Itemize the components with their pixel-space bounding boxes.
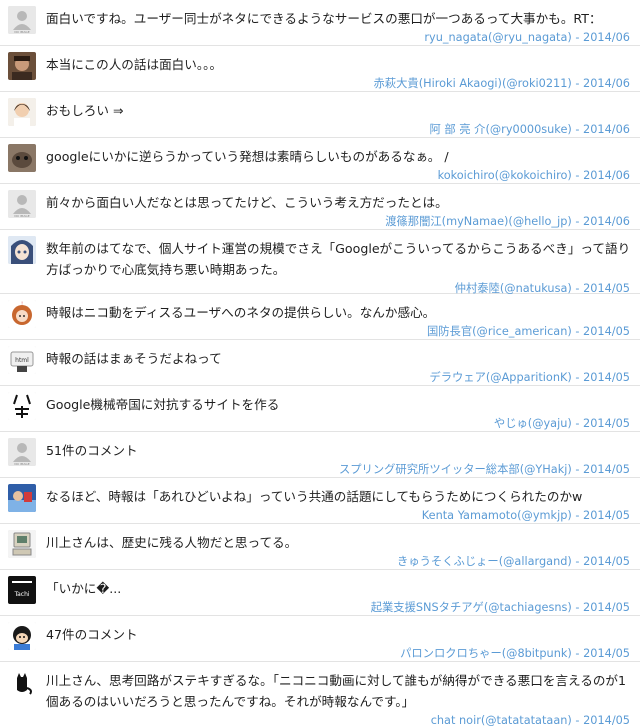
comment-item: ! 時報はニコ動をディスるユーザへのネタの提供らしい。なんか感心。 国防長官(@… [0,294,640,340]
comment-item: html 時報の話はまぁそうだよねって デラウェア(@ApparitionK) … [0,340,640,386]
comment-item: Tachi 「いかに�... 起業支援SNSタチアゲ(@tachiagesns)… [0,570,640,616]
comment-item: おもしろい ⇒ 阿 部 亮 介(@ry0000suke) - 2014/06 [0,92,640,138]
comment-text: Google機械帝国に対抗するサイトを作る [46,397,280,412]
animal-photo-avatar-icon[interactable] [8,144,36,172]
anime-avatar-icon[interactable] [8,236,36,264]
comment-item: NO IMAGE 51件のコメント スプリング研究所ツイッター総本部(@YHak… [0,432,640,478]
comment-author-link[interactable]: Kenta Yamamoto(@ymkjp) - 2014/05 [422,509,630,522]
comment-text: 前々から面白い人だなとは思ってたけど、こういう考え方だったとは。 [46,195,448,210]
no-image-avatar-icon[interactable]: NO IMAGE [8,190,36,218]
no-image-avatar-icon[interactable]: NO IMAGE [8,438,36,466]
comment-author-link[interactable]: chat noir(@tatatatataan) - 2014/05 [431,714,630,727]
no-image-avatar-icon[interactable]: NO IMAGE [8,6,36,34]
comment-text: 面白いですね。ユーザー同士がネタにできるようなサービスの悪口が一つあるって大事か… [46,11,602,26]
comment-text: 「いかに�... [46,581,122,596]
comment-text: 川上さんは、歴史に残る人物だと思ってる。 [46,535,298,550]
comment-text: おもしろい ⇒ [46,103,124,118]
html-sign-avatar-icon[interactable]: html [8,346,36,374]
comment-text: 時報の話はまぁそうだよねって [46,351,222,366]
comment-author-link[interactable]: スプリング研究所ツイッター総本部(@YHakj) - 2014/05 [339,463,630,476]
comment-author-link[interactable]: やじゅ(@yaju) - 2014/05 [494,417,630,430]
svg-text:NO IMAGE: NO IMAGE [14,30,29,34]
user-photo-avatar-icon[interactable] [8,484,36,512]
computer-avatar-icon[interactable] [8,530,36,558]
comment-text: 川上さん、思考回路がステキすぎるな。「ニコニコ動画に対して誰もが納得ができる悪口… [46,673,627,709]
comment-author-link[interactable]: パロンロクロちゃー(@8bitpunk) - 2014/05 [400,647,630,660]
user-photo-avatar-icon[interactable] [8,98,36,126]
comment-author-link[interactable]: デラウェア(@ApparitionK) - 2014/05 [429,371,630,384]
svg-text:NO IMAGE: NO IMAGE [14,462,29,466]
comment-author-link[interactable]: 阿 部 亮 介(@ry0000suke) - 2014/06 [430,123,630,136]
comment-text: 数年前のはてなで、個人サイト運営の規模でさえ「Googleがこういってるからこう… [46,241,631,277]
comment-text: 時報はニコ動をディスるユーザへのネタの提供らしい。なんか感心。 [46,305,436,320]
comment-item: 47件のコメント パロンロクロちゃー(@8bitpunk) - 2014/05 [0,616,640,662]
comment-list: NO IMAGE 面白いですね。ユーザー同士がネタにできるようなサービスの悪口が… [0,0,640,727]
comment-author-link[interactable]: ryu_nagata(@ryu_nagata) - 2014/06 [424,31,630,44]
comment-item: googleにいかに逆らうかっていう発想は素晴らしいものがあるなぁ。 / kok… [0,138,640,184]
tachiage-logo-avatar-icon[interactable]: Tachi [8,576,36,604]
comment-text: なるほど、時報は「あれひどいよね」っていう共通の話題にしてもらうためにつくられた… [46,489,583,504]
comment-item: Google機械帝国に対抗するサイトを作る やじゅ(@yaju) - 2014/… [0,386,640,432]
svg-text:NO IMAGE: NO IMAGE [14,214,29,218]
comment-text: 本当にこの人の話は面白い。。。 [46,57,223,72]
comment-item: 本当にこの人の話は面白い。。。 赤萩大貴(Hiroki Akaogi)(@rok… [0,46,640,92]
comment-text: googleにいかに逆らうかっていう発想は素晴らしいものがあるなぁ。 / [46,149,449,164]
comment-author-link[interactable]: 渡篠那闇江(myNamae)(@hello_jp) - 2014/06 [385,215,630,228]
comment-item: NO IMAGE 面白いですね。ユーザー同士がネタにできるようなサービスの悪口が… [0,0,640,46]
character-avatar-icon[interactable] [8,622,36,650]
anime-avatar-icon[interactable]: ! [8,300,36,328]
comment-item: NO IMAGE 前々から面白い人だなとは思ってたけど、こういう考え方だったとは… [0,184,640,230]
comment-author-link[interactable]: 起業支援SNSタチアゲ(@tachiagesns) - 2014/05 [371,601,630,614]
comment-author-link[interactable]: きゅうそくふじょー(@allargand) - 2014/05 [397,555,630,568]
svg-text:html: html [15,357,29,364]
comment-item: なるほど、時報は「あれひどいよね」っていう共通の話題にしてもらうためにつくられた… [0,478,640,524]
comment-author-link[interactable]: kokoichiro(@kokoichiro) - 2014/06 [438,169,630,182]
comment-item: 川上さん、思考回路がステキすぎるな。「ニコニコ動画に対して誰もが納得ができる悪口… [0,662,640,727]
user-photo-avatar-icon[interactable] [8,52,36,80]
svg-text:Tachi: Tachi [13,591,29,598]
kanji-avatar-icon[interactable] [8,392,36,420]
comment-text: 51件のコメント [46,443,138,458]
comment-author-link[interactable]: 赤萩大貴(Hiroki Akaogi)(@roki0211) - 2014/06 [374,77,630,90]
comment-item: 川上さんは、歴史に残る人物だと思ってる。 きゅうそくふじょー(@allargan… [0,524,640,570]
cat-avatar-icon[interactable] [8,668,36,696]
comment-author-link[interactable]: 国防長官(@rice_american) - 2014/05 [427,325,630,338]
comment-text: 47件のコメント [46,627,138,642]
comment-item: 数年前のはてなで、個人サイト運営の規模でさえ「Googleがこういってるからこう… [0,230,640,295]
svg-text:!: ! [21,301,23,306]
